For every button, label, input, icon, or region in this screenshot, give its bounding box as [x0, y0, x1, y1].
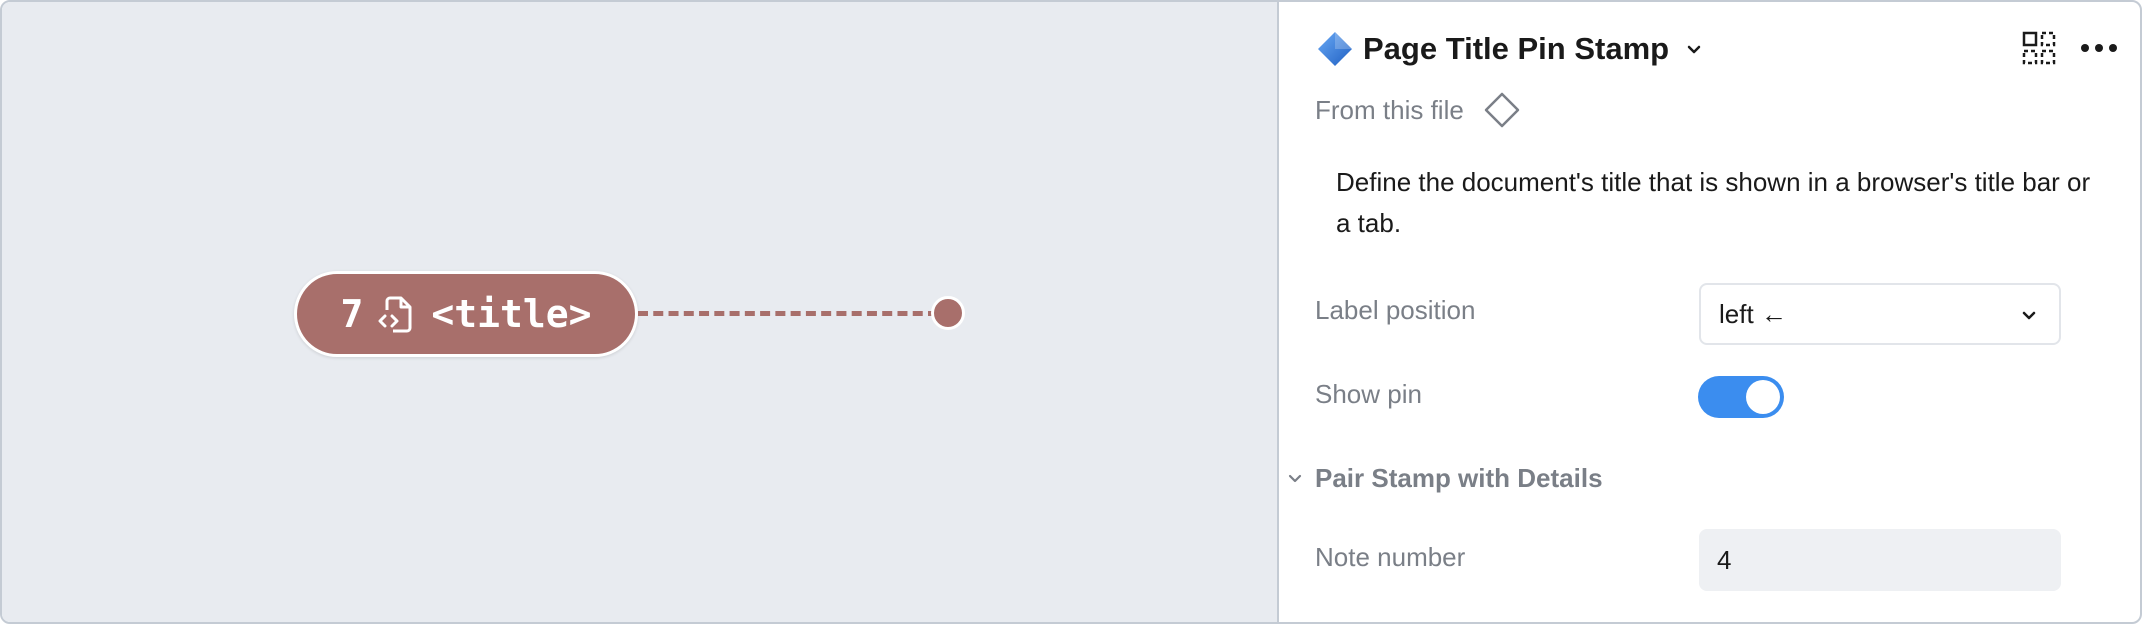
panel-header: Page Title Pin Stamp [1315, 24, 1705, 74]
note-number-label: Note number [1315, 542, 1466, 572]
chevron-down-icon [1288, 474, 1302, 483]
stamp-number: 7 [340, 292, 364, 336]
more-icon [2081, 44, 2117, 52]
pin-dot[interactable] [931, 296, 965, 330]
component-diamond-icon[interactable] [1482, 90, 1522, 130]
label-position-label: Label position [1315, 295, 1476, 325]
toggle-knob [1746, 380, 1780, 414]
source-label: From this file [1315, 94, 1464, 125]
file-code-icon [378, 296, 412, 333]
properties-panel: Page Title Pin Stamp From this file Defi… [1279, 2, 2140, 622]
app-window: 7 <title> Page Title Pin Stamp From this… [0, 0, 2142, 624]
chevron-down-icon [2022, 311, 2036, 320]
note-number-input[interactable] [1699, 529, 2061, 591]
blue-diamond-icon [1318, 32, 1352, 66]
component-description: Define the document's title that is show… [1336, 167, 2091, 238]
more-options-button[interactable] [2079, 28, 2119, 68]
chevron-down-icon[interactable] [1683, 38, 1705, 60]
pin-stamp[interactable]: 7 <title> [294, 271, 638, 357]
show-pin-label: Show pin [1315, 379, 1422, 409]
pin-leader-line [638, 311, 938, 316]
select-matching-icon [2022, 31, 2056, 65]
canvas[interactable]: 7 <title> [2, 2, 1277, 622]
select-matching-button[interactable] [2019, 28, 2059, 68]
pair-stamp-section-header[interactable]: Pair Stamp with Details [1279, 458, 1603, 498]
label-position-value: left ← [1719, 298, 1787, 329]
label-position-select[interactable]: left ← [1699, 283, 2061, 345]
section-title: Pair Stamp with Details [1315, 462, 1603, 493]
component-source: From this file [1315, 90, 1522, 130]
show-pin-toggle[interactable] [1698, 376, 1784, 418]
component-title: Page Title Pin Stamp [1363, 31, 1670, 66]
stamp-label: <title> [431, 292, 592, 336]
